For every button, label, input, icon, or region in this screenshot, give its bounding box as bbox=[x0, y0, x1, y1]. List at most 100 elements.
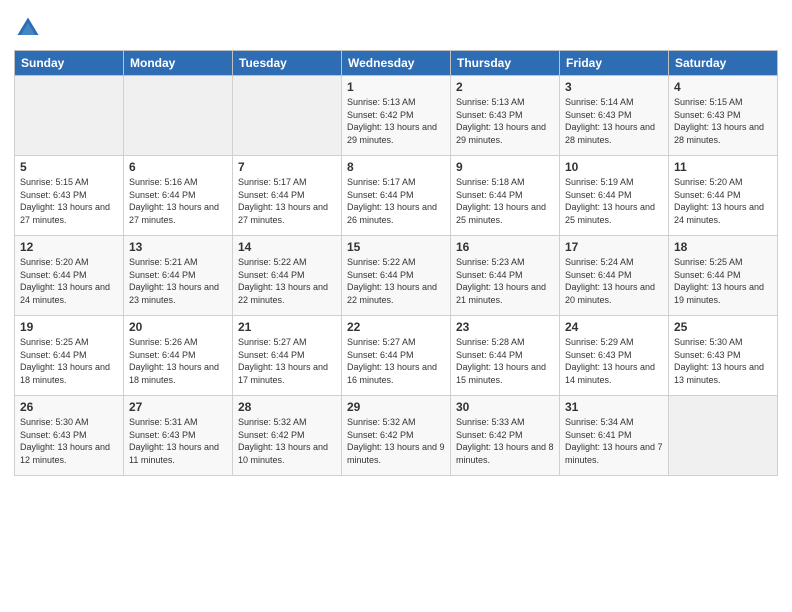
day-info: Sunrise: 5:17 AM Sunset: 6:44 PM Dayligh… bbox=[238, 176, 336, 226]
day-number: 1 bbox=[347, 80, 445, 94]
day-info: Sunrise: 5:29 AM Sunset: 6:43 PM Dayligh… bbox=[565, 336, 663, 386]
day-cell-3: 3Sunrise: 5:14 AM Sunset: 6:43 PM Daylig… bbox=[560, 76, 669, 156]
day-info: Sunrise: 5:22 AM Sunset: 6:44 PM Dayligh… bbox=[347, 256, 445, 306]
day-number: 26 bbox=[20, 400, 118, 414]
weekday-monday: Monday bbox=[124, 51, 233, 76]
day-number: 29 bbox=[347, 400, 445, 414]
day-cell-7: 7 Sunrise: 5:17 AM Sunset: 6:44 PM Daylig… bbox=[233, 156, 342, 236]
day-number: 7 bbox=[238, 160, 336, 174]
day-info: Sunrise: 5:19 AM Sunset: 6:44 PM Dayligh… bbox=[565, 176, 663, 226]
day-info: Sunrise: 5:15 AM Sunset: 6:43 PM Dayligh… bbox=[20, 176, 118, 226]
day-cell-30: 30Sunrise: 5:33 AM Sunset: 6:42 PM Dayli… bbox=[451, 396, 560, 476]
day-cell-10: 10 Sunrise: 5:19 AM Sunset: 6:44 PM Dayli… bbox=[560, 156, 669, 236]
day-info: Sunrise: 5:17 AM Sunset: 6:44 PM Dayligh… bbox=[347, 176, 445, 226]
day-info: Sunrise: 5:33 AM Sunset: 6:42 PM Dayligh… bbox=[456, 416, 554, 466]
day-cell-20: 20Sunrise: 5:26 AM Sunset: 6:44 PM Dayli… bbox=[124, 316, 233, 396]
day-number: 6 bbox=[129, 160, 227, 174]
day-number: 14 bbox=[238, 240, 336, 254]
day-info: Sunrise: 5:21 AM Sunset: 6:44 PM Dayligh… bbox=[129, 256, 227, 306]
day-cell-6: 6 Sunrise: 5:16 AM Sunset: 6:44 PM Daylig… bbox=[124, 156, 233, 236]
day-cell-13: 13 Sunrise: 5:21 AM Sunset: 6:44 PM Dayli… bbox=[124, 236, 233, 316]
day-cell-14: 14 Sunrise: 5:22 AM Sunset: 6:44 PM Dayli… bbox=[233, 236, 342, 316]
day-info: Sunrise: 5:27 AM Sunset: 6:44 PM Dayligh… bbox=[347, 336, 445, 386]
day-info: Sunrise: 5:24 AM Sunset: 6:44 PM Dayligh… bbox=[565, 256, 663, 306]
day-cell-5: 5 Sunrise: 5:15 AM Sunset: 6:43 PM Daylig… bbox=[15, 156, 124, 236]
day-info: Sunrise: 5:13 AM Sunset: 6:43 PM Dayligh… bbox=[456, 96, 554, 146]
day-cell-15: 15Sunrise: 5:22 AM Sunset: 6:44 PM Dayli… bbox=[342, 236, 451, 316]
day-number: 19 bbox=[20, 320, 118, 334]
day-number: 23 bbox=[456, 320, 554, 334]
day-cell-22: 22 Sunrise: 5:27 AM Sunset: 6:44 PM Dayli… bbox=[342, 316, 451, 396]
day-info: Sunrise: 5:27 AM Sunset: 6:44 PM Dayligh… bbox=[238, 336, 336, 386]
day-number: 31 bbox=[565, 400, 663, 414]
day-cell-27: 27 Sunrise: 5:31 AM Sunset: 6:43 PM Dayli… bbox=[124, 396, 233, 476]
day-number: 18 bbox=[674, 240, 772, 254]
weekday-header-row: SundayMondayTuesdayWednesdayThursdayFrid… bbox=[15, 51, 778, 76]
day-info: Sunrise: 5:28 AM Sunset: 6:44 PM Dayligh… bbox=[456, 336, 554, 386]
day-number: 16 bbox=[456, 240, 554, 254]
day-cell-29: 29 Sunrise: 5:32 AM Sunset: 6:42 PM Dayli… bbox=[342, 396, 451, 476]
weekday-wednesday: Wednesday bbox=[342, 51, 451, 76]
day-info: Sunrise: 5:16 AM Sunset: 6:44 PM Dayligh… bbox=[129, 176, 227, 226]
day-info: Sunrise: 5:20 AM Sunset: 6:44 PM Dayligh… bbox=[20, 256, 118, 306]
day-number: 13 bbox=[129, 240, 227, 254]
logo bbox=[14, 14, 45, 42]
day-cell-4: 4Sunrise: 5:15 AM Sunset: 6:43 PM Daylig… bbox=[669, 76, 778, 156]
day-number: 2 bbox=[456, 80, 554, 94]
day-cell-1: 1 Sunrise: 5:13 AM Sunset: 6:42 PM Daylig… bbox=[342, 76, 451, 156]
week-row-5: 26 Sunrise: 5:30 AM Sunset: 6:43 PM Dayli… bbox=[15, 396, 778, 476]
day-info: Sunrise: 5:25 AM Sunset: 6:44 PM Dayligh… bbox=[20, 336, 118, 386]
day-cell-8: 8 Sunrise: 5:17 AM Sunset: 6:44 PM Daylig… bbox=[342, 156, 451, 236]
weekday-friday: Friday bbox=[560, 51, 669, 76]
day-info: Sunrise: 5:20 AM Sunset: 6:44 PM Dayligh… bbox=[674, 176, 772, 226]
day-info: Sunrise: 5:30 AM Sunset: 6:43 PM Dayligh… bbox=[20, 416, 118, 466]
day-cell-31: 31 Sunrise: 5:34 AM Sunset: 6:41 PM Dayli… bbox=[560, 396, 669, 476]
day-info: Sunrise: 5:22 AM Sunset: 6:44 PM Dayligh… bbox=[238, 256, 336, 306]
empty-cell bbox=[669, 396, 778, 476]
day-info: Sunrise: 5:23 AM Sunset: 6:44 PM Dayligh… bbox=[456, 256, 554, 306]
day-cell-11: 11 Sunrise: 5:20 AM Sunset: 6:44 PM Dayli… bbox=[669, 156, 778, 236]
day-cell-12: 12 Sunrise: 5:20 AM Sunset: 6:44 PM Dayli… bbox=[15, 236, 124, 316]
day-cell-26: 26 Sunrise: 5:30 AM Sunset: 6:43 PM Dayli… bbox=[15, 396, 124, 476]
day-info: Sunrise: 5:30 AM Sunset: 6:43 PM Dayligh… bbox=[674, 336, 772, 386]
day-cell-24: 24 Sunrise: 5:29 AM Sunset: 6:43 PM Dayli… bbox=[560, 316, 669, 396]
weekday-saturday: Saturday bbox=[669, 51, 778, 76]
day-info: Sunrise: 5:14 AM Sunset: 6:43 PM Dayligh… bbox=[565, 96, 663, 146]
day-cell-2: 2 Sunrise: 5:13 AM Sunset: 6:43 PM Daylig… bbox=[451, 76, 560, 156]
day-number: 28 bbox=[238, 400, 336, 414]
day-info: Sunrise: 5:34 AM Sunset: 6:41 PM Dayligh… bbox=[565, 416, 663, 466]
day-info: Sunrise: 5:26 AM Sunset: 6:44 PM Dayligh… bbox=[129, 336, 227, 386]
day-number: 8 bbox=[347, 160, 445, 174]
day-cell-9: 9 Sunrise: 5:18 AM Sunset: 6:44 PM Daylig… bbox=[451, 156, 560, 236]
day-number: 21 bbox=[238, 320, 336, 334]
day-number: 12 bbox=[20, 240, 118, 254]
day-number: 5 bbox=[20, 160, 118, 174]
day-number: 11 bbox=[674, 160, 772, 174]
day-info: Sunrise: 5:32 AM Sunset: 6:42 PM Dayligh… bbox=[238, 416, 336, 466]
day-cell-18: 18 Sunrise: 5:25 AM Sunset: 6:44 PM Dayli… bbox=[669, 236, 778, 316]
day-cell-17: 17 Sunrise: 5:24 AM Sunset: 6:44 PM Dayli… bbox=[560, 236, 669, 316]
empty-cell bbox=[233, 76, 342, 156]
day-cell-25: 25 Sunrise: 5:30 AM Sunset: 6:43 PM Dayli… bbox=[669, 316, 778, 396]
day-cell-19: 19 Sunrise: 5:25 AM Sunset: 6:44 PM Dayli… bbox=[15, 316, 124, 396]
day-number: 27 bbox=[129, 400, 227, 414]
day-number: 10 bbox=[565, 160, 663, 174]
day-number: 9 bbox=[456, 160, 554, 174]
empty-cell bbox=[124, 76, 233, 156]
day-info: Sunrise: 5:13 AM Sunset: 6:42 PM Dayligh… bbox=[347, 96, 445, 146]
weekday-sunday: Sunday bbox=[15, 51, 124, 76]
day-info: Sunrise: 5:31 AM Sunset: 6:43 PM Dayligh… bbox=[129, 416, 227, 466]
day-cell-21: 21 Sunrise: 5:27 AM Sunset: 6:44 PM Dayli… bbox=[233, 316, 342, 396]
day-number: 25 bbox=[674, 320, 772, 334]
day-info: Sunrise: 5:25 AM Sunset: 6:44 PM Dayligh… bbox=[674, 256, 772, 306]
weekday-tuesday: Tuesday bbox=[233, 51, 342, 76]
day-number: 4 bbox=[674, 80, 772, 94]
day-number: 17 bbox=[565, 240, 663, 254]
day-number: 22 bbox=[347, 320, 445, 334]
day-cell-16: 16 Sunrise: 5:23 AM Sunset: 6:44 PM Dayli… bbox=[451, 236, 560, 316]
day-cell-23: 23 Sunrise: 5:28 AM Sunset: 6:44 PM Dayli… bbox=[451, 316, 560, 396]
week-row-1: 1 Sunrise: 5:13 AM Sunset: 6:42 PM Daylig… bbox=[15, 76, 778, 156]
day-info: Sunrise: 5:18 AM Sunset: 6:44 PM Dayligh… bbox=[456, 176, 554, 226]
day-info: Sunrise: 5:32 AM Sunset: 6:42 PM Dayligh… bbox=[347, 416, 445, 466]
day-number: 24 bbox=[565, 320, 663, 334]
